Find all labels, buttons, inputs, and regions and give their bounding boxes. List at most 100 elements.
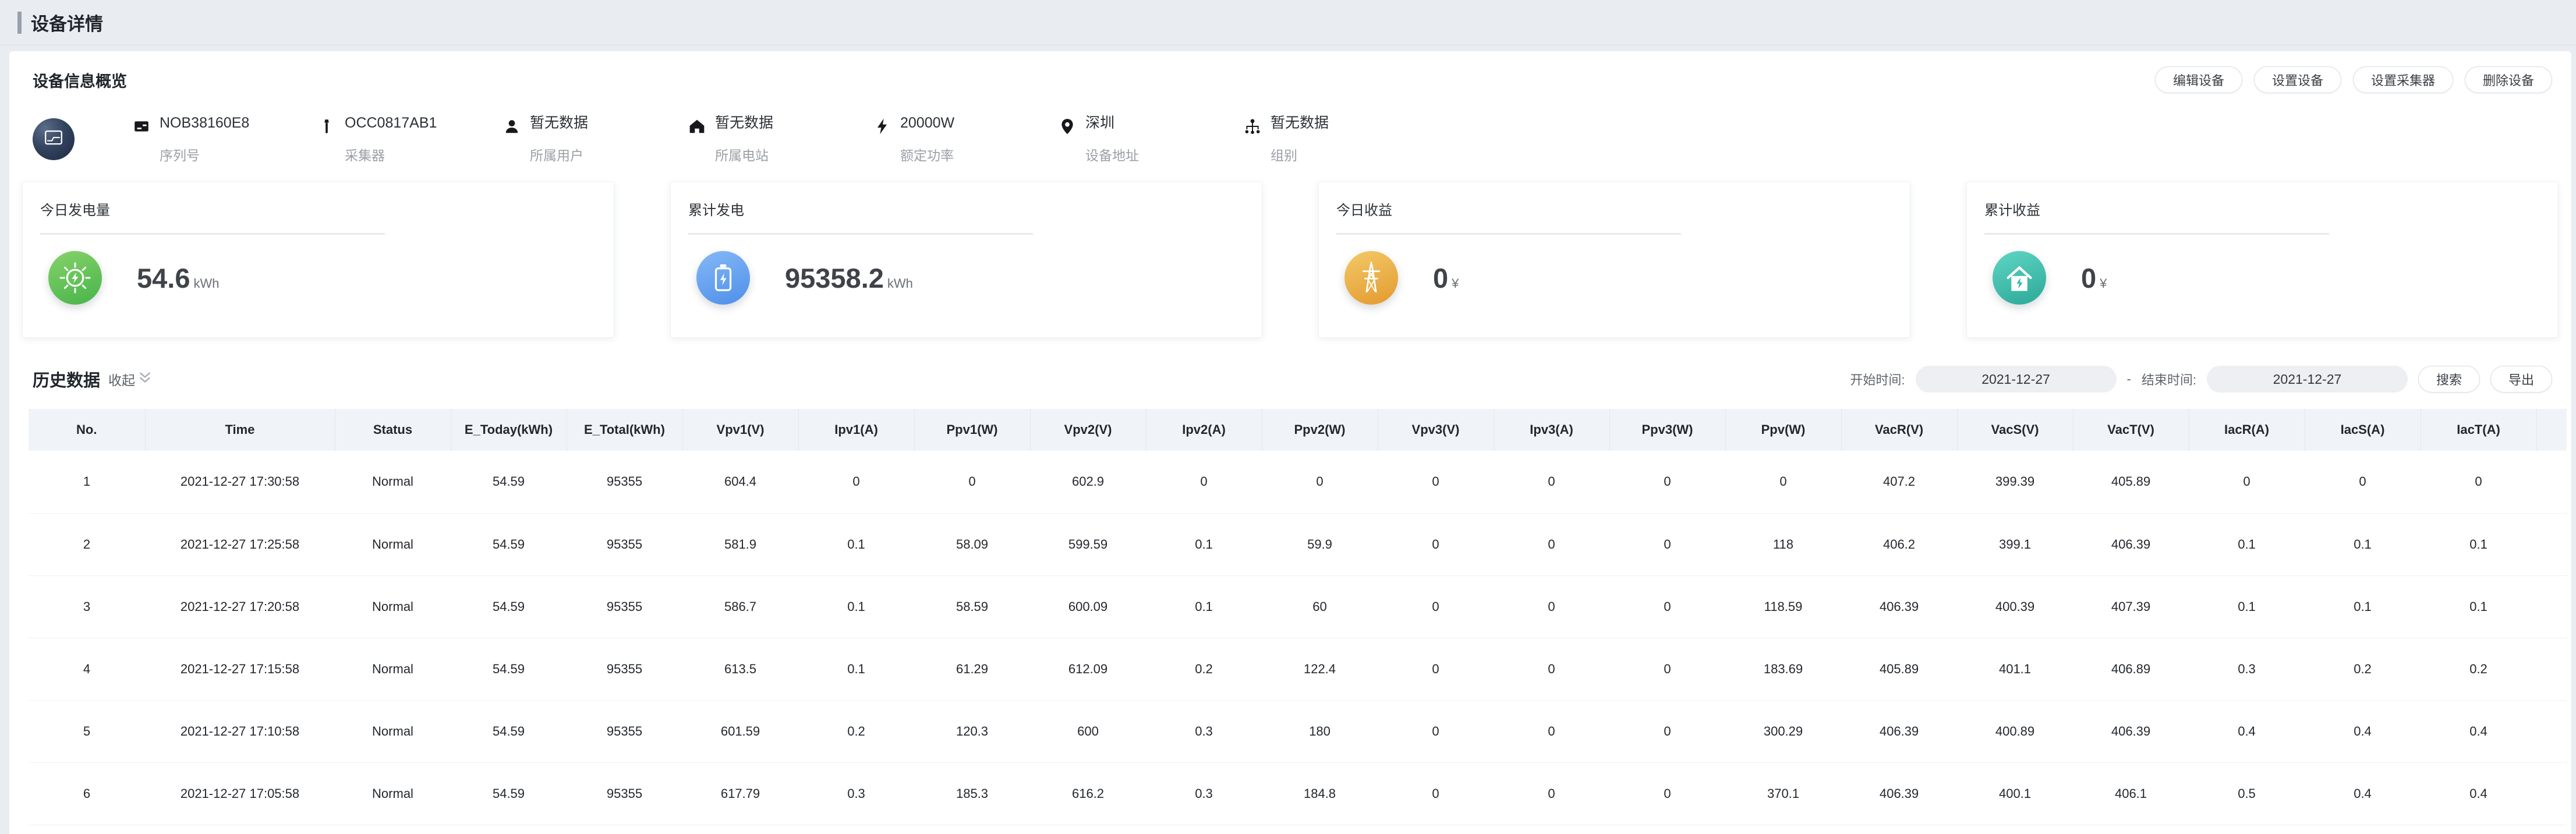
export-button[interactable]: 导出 (2490, 366, 2552, 393)
table-cell: 616.2 (1030, 762, 1146, 825)
stat-unit: kWh (887, 276, 913, 291)
column-header-No.: No. (29, 409, 145, 451)
column-header-Ipv2(A): Ipv2(A) (1146, 409, 1262, 451)
column-header-IacT(A): IacT(A) (2421, 409, 2536, 451)
collapse-toggle[interactable]: 收起 (108, 369, 152, 389)
table-cell-extra (2536, 762, 2567, 825)
stat-value: 0 (2081, 262, 2096, 294)
table-cell: 61.29 (914, 638, 1030, 700)
table-cell: 604.4 (682, 451, 798, 513)
column-header-Status: Status (335, 409, 451, 451)
table-cell: 1 (29, 451, 145, 513)
set-device-button[interactable]: 设置设备 (2254, 66, 2341, 93)
table-cell: 2021-12-27 17:25:58 (145, 513, 335, 575)
table-cell: 0.1 (2305, 513, 2421, 575)
table-cell: 405.89 (1841, 638, 1957, 700)
table-cell: 0.1 (2421, 513, 2536, 575)
table-cell: 0 (2421, 451, 2536, 513)
table-cell: 0 (1378, 513, 1494, 575)
stat-divider (1984, 233, 2329, 235)
date-range-separator: - (2127, 372, 2131, 387)
history-header: 历史数据 收起 开始时间: 2021-12-27 - 结束时间: 2021-12… (9, 366, 2571, 393)
table-cell: 2021-12-27 17:05:58 (145, 762, 335, 825)
page-header: 设备详情 (0, 0, 2576, 45)
table-cell: 0 (1609, 700, 1725, 762)
column-header-Ppv3(W): Ppv3(W) (1609, 409, 1725, 451)
collapse-label: 收起 (108, 369, 135, 389)
delete-device-button[interactable]: 删除设备 (2465, 66, 2552, 93)
table-cell: 0 (1609, 451, 1725, 513)
table-cell: 0.1 (1146, 575, 1262, 638)
table-cell: 406.2 (1841, 513, 1957, 575)
info-value: 暂无数据 (715, 114, 773, 132)
info-item-所属电站: 暂无数据所属电站 (688, 114, 873, 164)
table-cell: 586.7 (682, 575, 798, 638)
overview-section-title: 设备信息概览 (33, 69, 127, 91)
stat-card-今日发电量: 今日发电量54.6kWh (22, 182, 614, 338)
set-collector-button[interactable]: 设置采集器 (2353, 66, 2453, 93)
table-cell: 95355 (567, 700, 682, 762)
table-cell: 400.89 (1957, 700, 2073, 762)
table-cell: 0.4 (2421, 762, 2536, 825)
edit-device-button[interactable]: 编辑设备 (2155, 66, 2242, 93)
table-cell: 0.4 (2189, 700, 2305, 762)
table-cell: 54.59 (451, 451, 567, 513)
table-cell: 95355 (567, 451, 682, 513)
table-cell: 0.2 (798, 700, 914, 762)
info-value: 深圳 (1085, 114, 1139, 132)
stat-title: 累计收益 (1984, 199, 2540, 219)
table-cell: 406.89 (2073, 638, 2189, 700)
table-cell-extra (2536, 575, 2567, 638)
stat-divider (1336, 233, 1681, 235)
table-cell: 0 (1262, 451, 1378, 513)
table-cell: 406.39 (2073, 513, 2189, 575)
column-header-extra (2536, 409, 2567, 451)
table-cell: 0.5 (2189, 762, 2305, 825)
column-header-Vpv1(V): Vpv1(V) (682, 409, 798, 451)
column-header-VacS(V): VacS(V) (1957, 409, 2073, 451)
table-cell: 0.3 (798, 762, 914, 825)
search-button[interactable]: 搜索 (2418, 366, 2480, 393)
table-cell: 180 (1262, 700, 1378, 762)
table-cell: 600 (1030, 700, 1146, 762)
table-cell: 4 (29, 638, 145, 700)
table-cell: 2 (29, 513, 145, 575)
table-cell: 0.1 (2305, 575, 2421, 638)
info-value: NOB38160E8 (160, 114, 249, 132)
column-header-E_Total(kWh): E_Total(kWh) (567, 409, 682, 451)
info-label: 所属用户 (530, 144, 588, 164)
table-cell: 0 (1146, 451, 1262, 513)
table-cell: 602.9 (1030, 451, 1146, 513)
end-date-input[interactable]: 2021-12-27 (2207, 366, 2408, 393)
table-cell: 95355 (567, 513, 682, 575)
start-date-input[interactable]: 2021-12-27 (1916, 366, 2117, 393)
table-cell: 612.09 (1030, 638, 1146, 700)
location-icon (1059, 118, 1076, 135)
stat-card-今日收益: 今日收益0¥ (1318, 182, 1910, 338)
table-cell: 613.5 (682, 638, 798, 700)
column-header-IacS(A): IacS(A) (2305, 409, 2421, 451)
table-cell: 0 (1378, 575, 1494, 638)
table-cell: 58.59 (914, 575, 1030, 638)
info-label: 组别 (1271, 144, 1329, 164)
table-cell: 54.59 (451, 575, 567, 638)
stat-unit: ¥ (1452, 276, 1459, 291)
table-cell: 406.1 (2073, 762, 2189, 825)
table-cell: 617.79 (682, 762, 798, 825)
info-label: 额定功率 (900, 144, 954, 164)
table-cell: Normal (335, 513, 451, 575)
table-cell: 54.59 (451, 638, 567, 700)
info-item-采集器: OCC0817AB1采集器 (318, 114, 503, 164)
table-cell: 405.89 (2073, 451, 2189, 513)
column-header-Vpv3(V): Vpv3(V) (1378, 409, 1494, 451)
device-action-buttons: 编辑设备设置设备设置采集器删除设备 (2155, 66, 2552, 93)
table-cell: 401.1 (1957, 638, 2073, 700)
table-cell: 58.09 (914, 513, 1030, 575)
table-cell: 5 (29, 700, 145, 762)
info-label: 采集器 (345, 144, 437, 164)
table-cell: 406.39 (2073, 700, 2189, 762)
table-cell: 60 (1262, 575, 1378, 638)
stat-title: 今日发电量 (40, 199, 596, 219)
table-cell: 0 (1378, 700, 1494, 762)
stat-unit: ¥ (2100, 276, 2107, 291)
